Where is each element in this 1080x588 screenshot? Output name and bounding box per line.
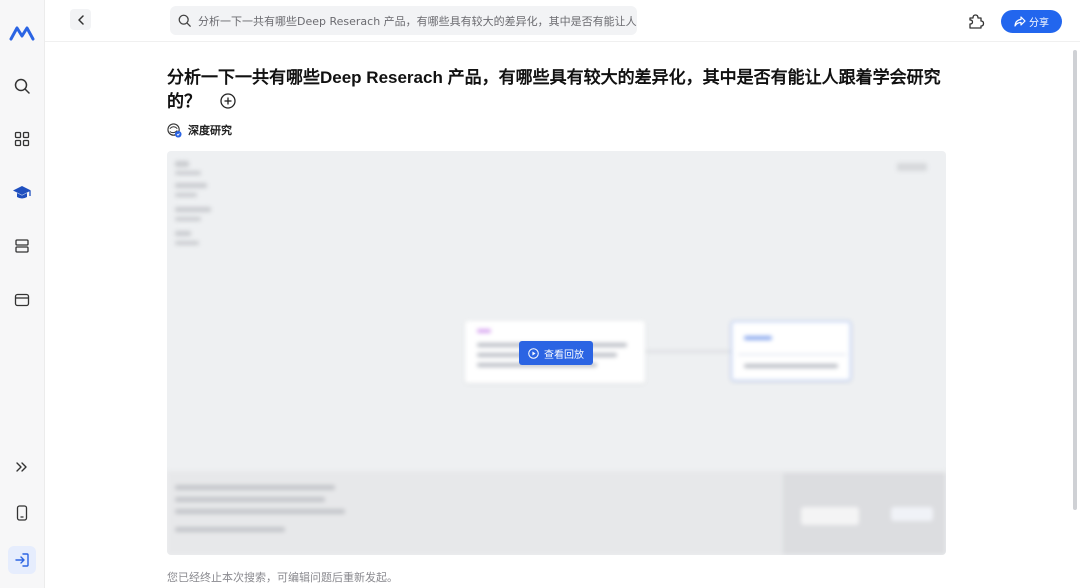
app-root: 分析一下一共有哪些Deep Reserach 产品，有哪些具有较大的差异化，其中… — [0, 0, 1080, 588]
view-replay-button[interactable]: 查看回放 — [519, 341, 593, 365]
stack-icon[interactable] — [8, 232, 36, 260]
search-icon[interactable] — [8, 72, 36, 100]
question-title: 分析一下一共有哪些Deep Reserach 产品，有哪些具有较大的差异化，其中… — [167, 66, 947, 114]
blur-block — [175, 183, 207, 188]
share-label: 分享 — [1029, 18, 1049, 29]
window-icon[interactable] — [8, 286, 36, 314]
share-icon — [1014, 16, 1026, 27]
academic-cap-icon[interactable] — [8, 178, 36, 206]
plugin-button[interactable] — [966, 11, 986, 31]
question-text: 分析一下一共有哪些Deep Reserach 产品，有哪些具有较大的差异化，其中… — [167, 68, 941, 111]
top-bar: 分析一下一共有哪些Deep Reserach 产品，有哪些具有较大的差异化，其中… — [45, 0, 1080, 42]
terminated-notice: 您已经终止本次搜索，可编辑问题后重新发起。 — [167, 571, 398, 584]
play-circle-icon — [528, 347, 539, 359]
puzzle-icon — [969, 14, 985, 29]
blur-block — [897, 163, 927, 171]
search-input[interactable]: 分析一下一共有哪些Deep Reserach 产品，有哪些具有较大的差异化，其中… — [170, 6, 637, 35]
logo-icon[interactable] — [8, 19, 36, 47]
blur-right-panel — [783, 473, 946, 555]
left-rail — [0, 0, 45, 588]
mode-tag: 深度研究 — [167, 122, 232, 138]
blur-card — [731, 321, 851, 381]
view-replay-label: 查看回放 — [544, 349, 584, 361]
scrollbar[interactable] — [1073, 50, 1077, 510]
replay-preview[interactable]: 查看回放 — [167, 151, 946, 555]
expand-icon[interactable] — [8, 453, 36, 481]
blur-block — [175, 217, 201, 221]
add-circle-icon[interactable] — [220, 93, 236, 109]
login-icon[interactable] — [8, 546, 36, 574]
search-query-text: 分析一下一共有哪些Deep Reserach 产品，有哪些具有较大的差异化，其中… — [198, 14, 637, 28]
phone-icon[interactable] — [8, 499, 36, 527]
blur-block — [175, 193, 197, 197]
mode-label: 深度研究 — [188, 124, 232, 137]
deep-research-icon — [167, 122, 182, 138]
blur-block — [175, 161, 189, 167]
apps-icon[interactable] — [8, 125, 36, 153]
blur-block — [175, 231, 191, 236]
search-icon — [178, 14, 191, 27]
chevron-left-icon — [77, 14, 84, 25]
share-button[interactable]: 分享 — [1001, 10, 1062, 33]
blur-block — [175, 171, 201, 175]
back-button[interactable] — [70, 9, 91, 30]
blur-block — [175, 241, 199, 245]
blur-block — [175, 207, 211, 212]
